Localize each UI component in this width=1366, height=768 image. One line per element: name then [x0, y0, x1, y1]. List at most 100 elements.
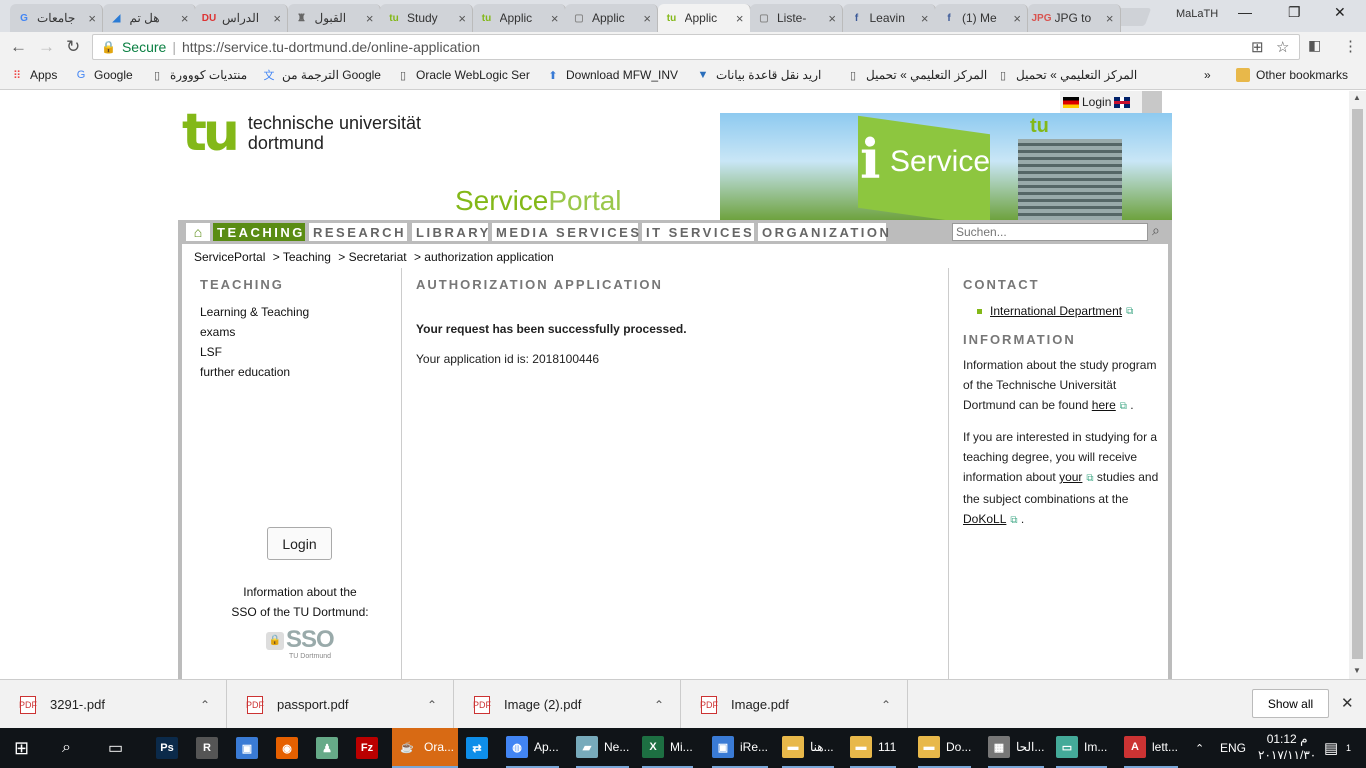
sidebar-link-learning-teaching[interactable]: Learning & Teaching — [200, 302, 400, 322]
login-button[interactable]: Login — [267, 527, 332, 560]
windows-start-icon[interactable]: ⊞ — [14, 728, 29, 768]
tab-close-icon[interactable]: × — [921, 11, 929, 26]
chevron-up-icon[interactable]: ⌃ — [427, 698, 437, 712]
sidebar-link-lsf[interactable]: LSF — [200, 342, 400, 362]
bookmark-item[interactable]: ▯ منتديات كووورة — [150, 68, 247, 82]
extension-icon[interactable]: ◧ — [1308, 37, 1321, 54]
taskbar-app[interactable]: ▬ هنا... — [782, 728, 834, 768]
taskbar-app[interactable]: ◉ — [276, 728, 304, 768]
input-language[interactable]: ENG — [1220, 728, 1246, 768]
taskbar-app[interactable]: ▣ — [236, 728, 264, 768]
german-flag-icon[interactable] — [1063, 96, 1079, 108]
tab-close-icon[interactable]: × — [828, 11, 836, 26]
browser-tab[interactable]: ♜ القبول × — [287, 4, 381, 32]
taskbar-app[interactable]: Fz — [356, 728, 384, 768]
notifications-icon[interactable]: ▤ — [1324, 728, 1338, 768]
nav-item-media-services[interactable]: MEDIA SERVICES — [492, 223, 639, 241]
dokoll-link[interactable]: DoKoLL — [963, 512, 1006, 526]
download-item[interactable]: PDF passport.pdf ⌃ — [227, 680, 454, 729]
bookmark-item[interactable]: G Google — [74, 68, 133, 82]
scrollbar-thumb[interactable] — [1352, 109, 1363, 659]
close-downloads-icon[interactable]: ✕ — [1341, 694, 1354, 712]
download-item[interactable]: PDF Image.pdf ⌃ — [681, 680, 908, 729]
chevron-up-icon[interactable]: ⌃ — [654, 698, 664, 712]
tab-close-icon[interactable]: × — [736, 11, 744, 26]
nav-item-research[interactable]: RESEARCH — [309, 223, 407, 241]
back-icon[interactable]: ← — [10, 37, 27, 57]
browser-tab[interactable]: f (1) Me × — [935, 4, 1028, 32]
taskbar-app[interactable]: ◍ Ap... — [506, 728, 559, 768]
taskbar-app[interactable]: ⇄ — [466, 728, 494, 768]
browser-tab[interactable]: JPG JPG to × — [1027, 4, 1121, 32]
taskbar-app[interactable]: Ps — [156, 728, 184, 768]
nav-item-it-services[interactable]: IT SERVICES — [642, 223, 754, 241]
restore-button[interactable]: ❐ — [1288, 4, 1301, 21]
nav-item-teaching[interactable]: TEACHING — [213, 223, 305, 241]
bookmark-item[interactable]: ▯ المركز التعليمي » تحميل — [846, 68, 987, 82]
bookmark-item[interactable]: 文 الترجمة من Google — [262, 68, 381, 82]
nav-item-organization[interactable]: ORGANIZATION — [758, 223, 889, 241]
taskbar-app[interactable]: ▣ iRe... — [712, 728, 769, 768]
taskbar-app[interactable]: ☕ Ora... — [392, 728, 458, 768]
tab-close-icon[interactable]: × — [88, 11, 96, 26]
home-icon[interactable]: ⌂ — [186, 223, 210, 241]
browser-tab[interactable]: ◢ هل تم × — [102, 4, 196, 32]
tray-chevron-icon[interactable]: ⌃ — [1195, 728, 1204, 768]
bookmark-star-icon[interactable]: ☆ — [1276, 38, 1289, 56]
scroll-down-arrow-icon[interactable]: ▼ — [1353, 666, 1361, 675]
breadcrumb-item[interactable]: ServicePortal — [194, 250, 265, 264]
taskbar-app[interactable]: ♟ — [316, 728, 344, 768]
tab-close-icon[interactable]: × — [181, 11, 189, 26]
breadcrumb-item[interactable]: > Teaching — [273, 250, 331, 264]
international-department-link[interactable]: International Department — [990, 304, 1122, 318]
download-item[interactable]: PDF 3291-.pdf ⌃ — [0, 680, 227, 729]
bookmark-item[interactable]: ▯ المركز التعليمي » تحميل — [996, 68, 1137, 82]
taskbar-app[interactable]: X Mi... — [642, 728, 693, 768]
search-icon[interactable]: ⌕ — [1152, 222, 1160, 239]
download-item[interactable]: PDF Image (2).pdf ⌃ — [454, 680, 681, 729]
bookmark-item[interactable]: ▼ اريد نقل قاعدة بيانات — [696, 68, 822, 82]
tab-close-icon[interactable]: × — [1013, 11, 1021, 26]
breadcrumb-item[interactable]: > Secretariat — [338, 250, 406, 264]
taskbar-app[interactable]: ▦ الحا... — [988, 728, 1045, 768]
taskbar-app[interactable]: ▭ Im... — [1056, 728, 1108, 768]
browser-tab[interactable]: f Leavin × — [842, 4, 936, 32]
bookmarks-more-chevron[interactable]: » — [1204, 68, 1211, 82]
nav-item-library[interactable]: LIBRARY — [412, 223, 488, 241]
search-icon[interactable]: ⌕ — [62, 728, 71, 768]
page-scrollbar[interactable]: ▲ ▼ — [1349, 91, 1366, 679]
taskbar-app[interactable]: ▬ 111 — [850, 728, 897, 768]
browser-tab[interactable]: tu Applic × — [657, 4, 751, 32]
tab-close-icon[interactable]: × — [458, 11, 466, 26]
close-window-button[interactable]: ✕ — [1334, 4, 1346, 21]
taskbar-app[interactable]: ▰ Ne... — [576, 728, 630, 768]
chevron-up-icon[interactable]: ⌃ — [200, 698, 210, 712]
browser-tab[interactable]: G جامعات × — [10, 4, 103, 32]
scroll-up-arrow-icon[interactable]: ▲ — [1353, 93, 1361, 102]
tab-close-icon[interactable]: × — [643, 11, 651, 26]
chevron-up-icon[interactable]: ⌃ — [881, 698, 891, 712]
browser-tab[interactable]: ▢ Liste- × — [750, 4, 843, 32]
translate-page-icon[interactable]: ⊞ — [1251, 38, 1264, 56]
address-bar[interactable]: 🔒 Secure | https://service.tu-dortmund.d… — [92, 34, 1300, 60]
sso-logo[interactable]: 🔒 SSO TU Dortmund — [266, 626, 336, 660]
tab-close-icon[interactable]: × — [551, 11, 559, 26]
bookmark-item[interactable]: ▯ Oracle WebLogic Ser — [396, 68, 530, 82]
taskbar-app[interactable]: R — [196, 728, 224, 768]
login-link[interactable]: Login — [1082, 95, 1111, 109]
window-user-name[interactable]: MaLaTH — [1176, 8, 1218, 20]
browser-tab[interactable]: DU الدراس × — [195, 4, 288, 32]
browser-tab[interactable]: tu Study × — [380, 4, 473, 32]
browser-tab[interactable]: tu Applic × — [472, 4, 566, 32]
your-studies-link[interactable]: your — [1059, 470, 1082, 484]
browser-tab[interactable]: ▢ Applic × — [565, 4, 658, 32]
menu-kebab-icon[interactable]: ⋮ — [1343, 37, 1358, 55]
sidebar-link-further-education[interactable]: further education — [200, 362, 400, 382]
tu-logo[interactable]: tu technische universität dortmund — [182, 107, 421, 159]
system-clock[interactable]: 01:12 م ٢٠١٧/١١/٣٠ — [1258, 731, 1316, 763]
tab-close-icon[interactable]: × — [1106, 11, 1114, 26]
tab-close-icon[interactable]: × — [273, 11, 281, 26]
show-all-downloads-button[interactable]: Show all — [1252, 689, 1329, 718]
search-input[interactable] — [952, 223, 1148, 241]
taskbar-app[interactable]: ▬ Do... — [918, 728, 972, 768]
